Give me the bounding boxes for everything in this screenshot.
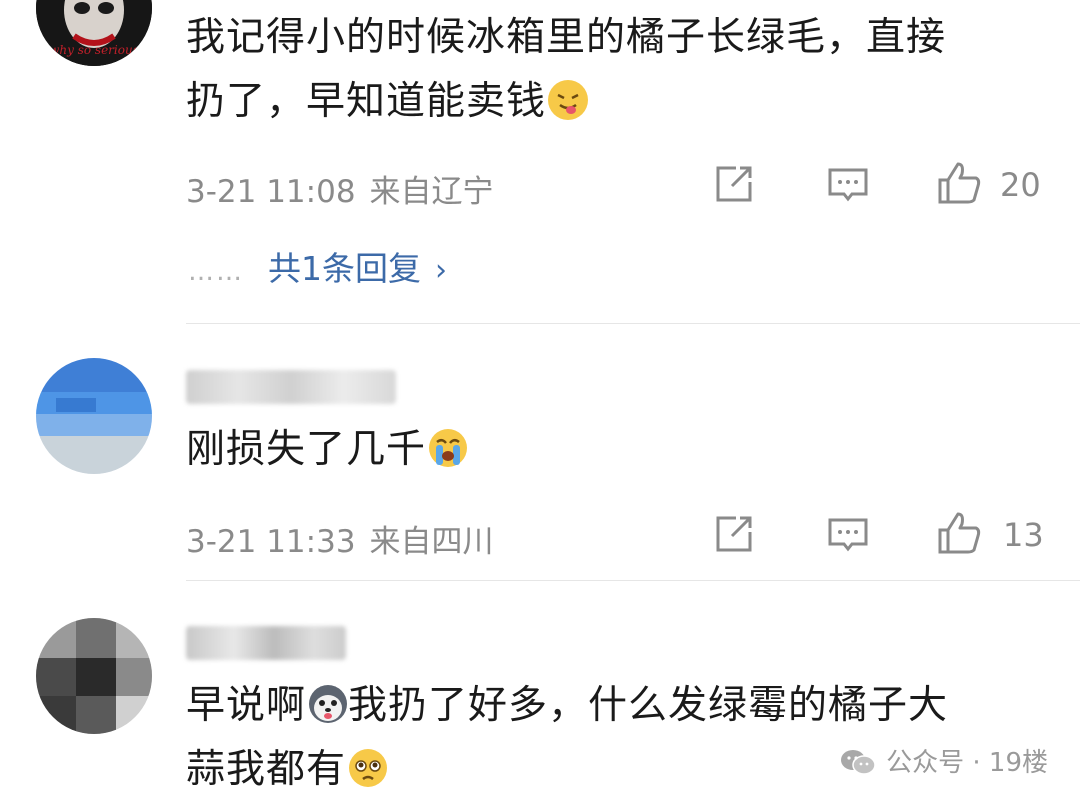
like-count: 20 [1000, 166, 1041, 204]
crying-face-emoji-icon [428, 428, 468, 468]
comment-meta: 3-21 11:33 来自四川 [186, 516, 494, 561]
replies-label: 共1条回复 [268, 249, 421, 288]
wechat-icon [840, 748, 876, 775]
comment-line: 早说啊 我扔了好多，什么发绿霉的橘子大 [186, 674, 1056, 738]
comment-date: 3-21 11:08 [186, 174, 356, 210]
comment-location: 来自辽宁 [369, 174, 494, 210]
husky-dog-emoji-icon [308, 684, 348, 724]
watermark-text: 公众号 · 19楼 [886, 748, 1048, 778]
user-avatar[interactable] [36, 618, 152, 734]
replies-dots: …… [188, 257, 244, 287]
comment-date: 3-21 11:33 [186, 524, 356, 560]
blurred-username [186, 626, 346, 660]
share-button[interactable] [712, 512, 756, 556]
like-icon [938, 162, 981, 204]
comment-text: 早说啊 我扔了好多，什么发绿霉的橘子大 蒜我都有 [186, 674, 1056, 802]
svg-text:why so serious: why so serious [49, 43, 139, 57]
comment-button[interactable] [826, 512, 870, 556]
comment-line-text: 我扔了好多，什么发绿霉的橘子大 [348, 683, 949, 728]
comment-line-text: 扔了，早知道能卖钱 [186, 79, 547, 124]
like-count: 13 [1003, 516, 1044, 554]
comment-line-text: 早说啊 [186, 683, 307, 728]
comment-button[interactable] [826, 162, 870, 206]
comment-line: 扔了，早知道能卖钱 [186, 70, 1056, 134]
share-icon [716, 516, 752, 552]
comment-icon [828, 518, 868, 552]
user-avatar[interactable] [36, 358, 152, 474]
user-avatar[interactable]: why so serious [36, 0, 152, 66]
watermark: 公众号 · 19楼 [840, 742, 1048, 779]
blurred-avatar-icon [36, 618, 152, 734]
share-button[interactable] [712, 162, 756, 206]
joker-avatar-icon: why so serious [36, 0, 152, 66]
comment-line-text: 刚损失了几千 [186, 427, 427, 472]
comment-text: 刚损失了几千 [186, 418, 1056, 482]
chevron-right-icon: › [435, 253, 447, 288]
blurred-username [186, 370, 396, 404]
pleading-face-emoji-icon [348, 748, 388, 788]
comment-meta: 3-21 11:08 来自辽宁 [186, 166, 494, 211]
comment-location: 来自四川 [369, 524, 494, 560]
comment-line: 刚损失了几千 [186, 418, 1056, 482]
comment-divider [186, 580, 1080, 581]
comment-text: 我记得小的时候冰箱里的橘子长绿毛，直接 扔了，早知道能卖钱 [186, 6, 1056, 134]
like-icon [938, 512, 981, 554]
share-icon [716, 166, 752, 202]
comment-line: 我记得小的时候冰箱里的橘子长绿毛，直接 [186, 15, 947, 60]
like-button[interactable] [936, 510, 981, 554]
like-button[interactable] [936, 160, 981, 204]
tongue-face-emoji-icon [548, 80, 589, 120]
view-replies-link[interactable]: …… 共1条回复 › [188, 242, 447, 290]
comment-icon [828, 168, 868, 202]
blurred-avatar-icon [36, 358, 152, 474]
comment-divider [186, 323, 1080, 324]
comment-line-text: 蒜我都有 [186, 747, 347, 792]
